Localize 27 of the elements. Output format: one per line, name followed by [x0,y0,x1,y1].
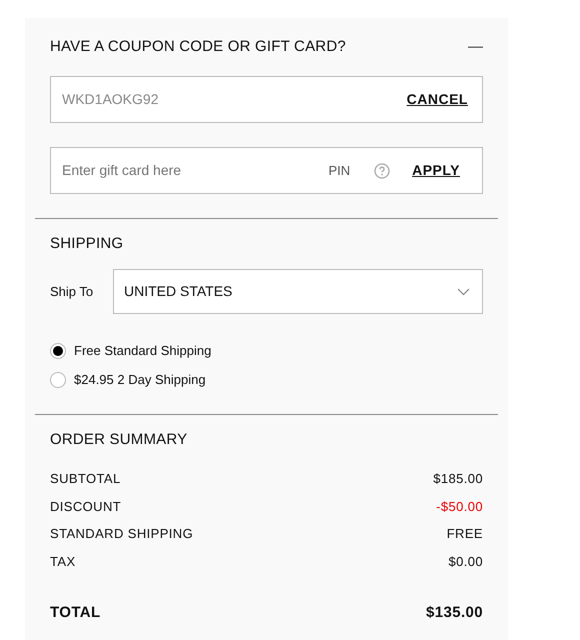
section-heading: SHIPPING [50,234,124,254]
shipping-option-label: $24.95 2 Day Shipping [74,370,206,389]
summary-label: SUBTOTAL [50,470,121,488]
collapse-toggle[interactable]: — [468,36,483,58]
help-icon[interactable] [374,162,390,178]
summary-value: $0.00 [448,552,483,570]
summary-value: FREE [446,525,483,543]
summary-value: $185.00 [433,470,483,488]
summary-label: TAX [50,552,76,570]
summary-label: DISCOUNT [50,498,122,516]
gift-card-field[interactable]: Enter gift card here PIN APPLY [50,147,483,194]
radio-button[interactable] [50,342,66,358]
apply-link[interactable]: APPLY [398,160,474,181]
radio-button[interactable] [50,372,66,388]
pin-label: PIN [328,162,350,180]
shipping-option-label: Free Standard Shipping [74,342,212,360]
coupon-code-field[interactable]: WKD1AOKG92 CANCEL [50,76,483,123]
section-heading: HAVE A COUPON CODE OR GIFT CARD? [50,36,346,57]
chevron-down-icon [457,288,470,296]
summary-label: STANDARD SHIPPING [50,525,194,543]
country-select[interactable]: UNITED STATES [113,269,483,314]
ship-to-label: Ship To [50,282,94,301]
total-label: TOTAL [50,602,101,622]
total-value: $135.00 [426,602,483,622]
summary-value: -$50.00 [436,498,483,516]
section-heading: ORDER SUMMARY [50,430,188,450]
cancel-link[interactable]: CANCEL [392,89,482,110]
